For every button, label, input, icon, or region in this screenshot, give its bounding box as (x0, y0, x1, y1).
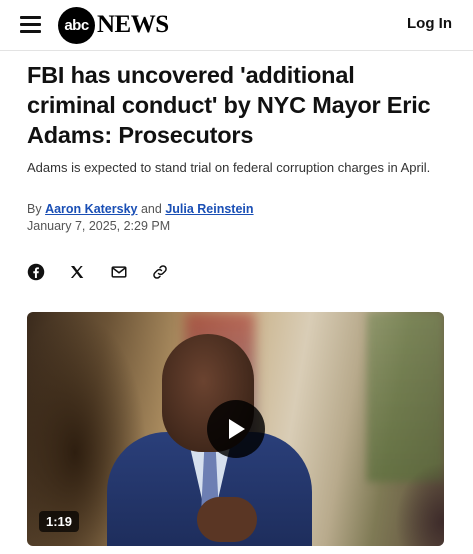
play-button[interactable] (207, 400, 265, 458)
byline-and: and (140, 202, 162, 216)
login-button[interactable]: Log In (407, 15, 452, 32)
speaker-hand (197, 497, 257, 542)
abc-news-logo[interactable]: abc NEWS (58, 5, 169, 45)
byline-prefix: By (27, 202, 42, 216)
author-link-aaron-katersky[interactable]: Aaron Katersky (45, 202, 137, 216)
video-player[interactable]: 1:19 (27, 312, 444, 546)
menu-icon[interactable] (20, 15, 42, 33)
link-icon[interactable] (151, 263, 169, 281)
byline: By Aaron Katersky and Julia Reinstein (27, 201, 254, 217)
facebook-icon[interactable] (27, 263, 45, 281)
interviewer-shoulder (395, 462, 444, 546)
play-icon (229, 419, 245, 439)
background-window (367, 312, 444, 482)
mail-icon[interactable] (110, 263, 128, 281)
article-subhead: Adams is expected to stand trial on fede… (27, 160, 431, 175)
publish-date: January 7, 2025, 2:29 PM (27, 219, 171, 233)
author-link-julia-reinstein[interactable]: Julia Reinstein (165, 202, 253, 216)
logo-news-text: NEWS (97, 11, 169, 38)
x-icon[interactable] (68, 263, 86, 281)
article-headline: FBI has uncovered 'additional criminal c… (27, 62, 431, 148)
top-bar: abc NEWS Log In (0, 0, 473, 51)
logo-circle: abc (58, 6, 95, 44)
video-duration: 1:19 (39, 511, 80, 532)
